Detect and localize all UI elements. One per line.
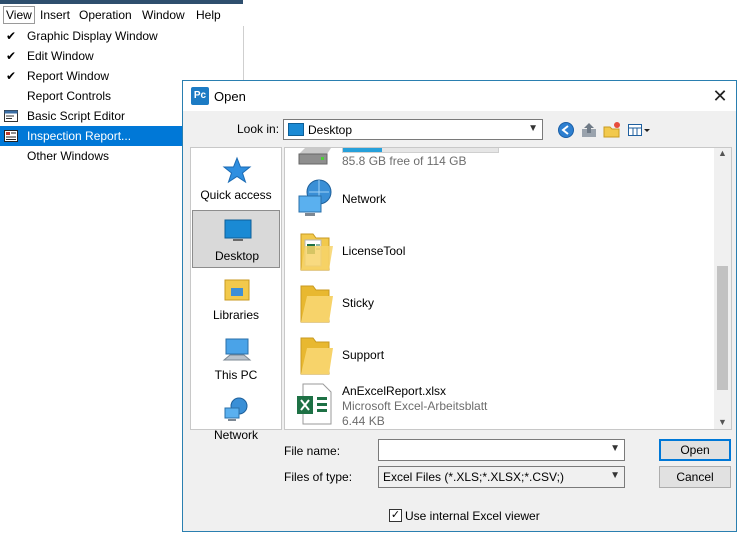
vertical-scrollbar[interactable]: ▲ ▼ — [714, 148, 731, 429]
menu-insert[interactable]: Insert — [40, 8, 70, 22]
menu-view[interactable]: View — [3, 6, 35, 24]
menu-help[interactable]: Help — [196, 8, 221, 22]
folder-icon — [300, 337, 333, 375]
view-menu-icon[interactable] — [627, 121, 653, 139]
cancel-button[interactable]: Cancel — [659, 466, 731, 488]
files-of-type-value: Excel Files (*.XLS;*.XLSX;*.CSV;) — [383, 470, 564, 484]
file-list[interactable]: 85.8 GB free of 114 GB Network LicenseTo… — [284, 147, 732, 430]
menu-item-label: Basic Script Editor — [27, 109, 126, 123]
inspection-report-icon — [4, 130, 18, 142]
menu-item-label: Report Controls — [27, 89, 112, 103]
file-type: Microsoft Excel-Arbeitsblatt — [342, 399, 488, 413]
drive-icon — [298, 148, 331, 165]
files-of-type-label: Files of type: — [284, 470, 353, 484]
place-label: Quick access — [200, 188, 272, 202]
list-item-network[interactable]: Network — [285, 176, 715, 226]
computer-icon — [222, 338, 252, 361]
menu-item-label: Report Window — [27, 69, 110, 83]
internal-viewer-label: Use internal Excel viewer — [405, 509, 540, 523]
network-icon — [224, 397, 248, 421]
file-name-input[interactable]: ▼ — [378, 439, 625, 461]
menu-item-graphic-display-window[interactable]: ✔ Graphic Display Window — [0, 26, 243, 46]
chevron-down-icon[interactable]: ▼ — [610, 443, 620, 454]
drive-usage-fill — [343, 148, 382, 152]
file-name: LicenseTool — [342, 244, 406, 258]
list-item-drive[interactable]: 85.8 GB free of 114 GB — [285, 148, 715, 178]
file-name-label: File name: — [284, 444, 341, 458]
place-label: Desktop — [214, 249, 260, 263]
scroll-up-icon[interactable]: ▲ — [718, 148, 727, 158]
checkmark-icon: ✔ — [6, 69, 17, 83]
menu-bar: View Insert Operation Window Help — [0, 4, 243, 27]
up-folder-icon[interactable] — [579, 121, 599, 139]
drive-usage-bar — [342, 148, 499, 153]
excel-file-icon — [297, 383, 332, 425]
open-dialog: Pc Open ✕ Look in: Desktop ▼ Quick acces… — [182, 80, 737, 532]
new-folder-icon[interactable] — [602, 121, 622, 139]
files-of-type-select[interactable]: Excel Files (*.XLS;*.XLSX;*.CSV;) ▼ — [378, 466, 625, 488]
list-item-sticky[interactable]: Sticky — [285, 280, 715, 330]
place-quick-access[interactable]: Quick access — [192, 150, 280, 208]
place-label: This PC — [214, 368, 258, 382]
app-logo-icon: Pc — [191, 87, 209, 105]
dialog-title: Open — [214, 89, 246, 104]
chevron-down-icon: ▼ — [610, 470, 620, 481]
scroll-down-icon[interactable]: ▼ — [718, 417, 727, 427]
script-editor-icon — [4, 110, 18, 122]
internal-viewer-checkbox[interactable]: ✓ — [389, 509, 402, 522]
look-in-combo[interactable]: Desktop ▼ — [283, 119, 543, 140]
close-button[interactable]: ✕ — [704, 81, 736, 111]
place-this-pc[interactable]: This PC — [192, 330, 280, 388]
file-name: Support — [342, 348, 385, 362]
libraries-icon — [224, 279, 250, 301]
checkmark-icon: ✔ — [6, 49, 17, 63]
desktop-icon — [224, 219, 252, 241]
dialog-title-bar[interactable]: Pc Open ✕ — [183, 81, 736, 111]
place-label: Network — [213, 428, 258, 442]
place-desktop[interactable]: Desktop — [192, 210, 280, 268]
file-name: Network — [342, 192, 387, 206]
menu-item-edit-window[interactable]: ✔ Edit Window — [0, 46, 243, 66]
list-item-licensetool[interactable]: LicenseTool — [285, 228, 715, 278]
file-name: Sticky — [342, 296, 375, 310]
desktop-small-icon — [288, 123, 304, 136]
chevron-down-icon: ▼ — [528, 123, 538, 134]
scrollbar-thumb[interactable] — [717, 266, 728, 390]
menu-item-label: Inspection Report... — [27, 129, 132, 143]
places-bar: Quick access Desktop Libraries This PC N… — [190, 147, 282, 442]
menu-item-label: Graphic Display Window — [27, 29, 158, 43]
network-icon — [298, 179, 332, 216]
list-item-support[interactable]: Support — [285, 332, 715, 382]
drive-free-space: 85.8 GB free of 114 GB — [342, 154, 467, 168]
star-icon — [222, 156, 252, 184]
menu-item-label: Other Windows — [27, 149, 110, 160]
list-item-anexcelreport[interactable]: AnExcelReport.xlsx Microsoft Excel-Arbei… — [285, 382, 715, 429]
checkmark-icon: ✔ — [6, 29, 17, 43]
file-name: AnExcelReport.xlsx — [342, 384, 447, 398]
menu-operation[interactable]: Operation — [79, 8, 132, 22]
look-in-label: Look in: — [237, 122, 280, 136]
folder-excel-icon — [300, 233, 333, 271]
place-libraries[interactable]: Libraries — [192, 270, 280, 328]
back-icon[interactable] — [556, 121, 576, 139]
file-size: 6.44 KB — [342, 414, 385, 428]
place-label: Libraries — [212, 308, 260, 322]
look-in-value: Desktop — [308, 123, 353, 137]
open-button[interactable]: Open — [659, 439, 731, 461]
menu-window[interactable]: Window — [142, 8, 185, 22]
place-network[interactable]: Network — [192, 390, 280, 448]
menu-item-label: Edit Window — [27, 49, 94, 63]
folder-icon — [300, 285, 333, 323]
